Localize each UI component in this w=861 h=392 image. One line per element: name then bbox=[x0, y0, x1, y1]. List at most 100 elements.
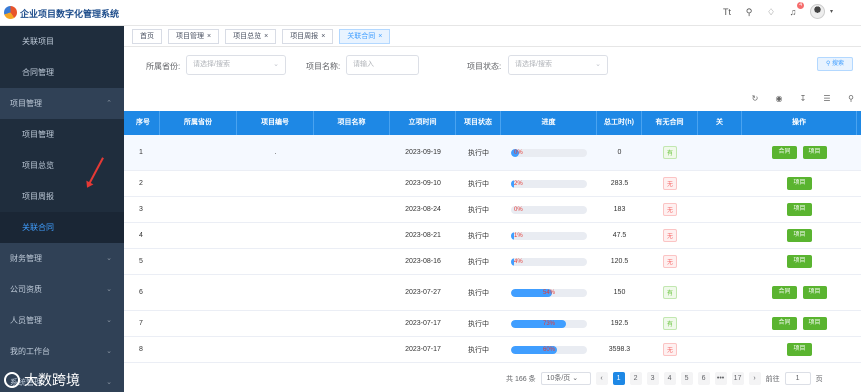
sidebar-item[interactable]: 合同管理 bbox=[0, 57, 124, 88]
search-button-label: 搜索 bbox=[832, 61, 845, 67]
column-header: 进度 bbox=[501, 111, 597, 135]
notification-bell-icon[interactable]: ♫ 4 bbox=[787, 2, 804, 18]
row-index: 3 bbox=[139, 206, 143, 213]
province-cell bbox=[160, 249, 237, 274]
page-button[interactable]: 17 bbox=[731, 372, 744, 385]
tab-item[interactable]: 关联合同 × bbox=[339, 28, 391, 44]
close-icon[interactable]: × bbox=[207, 33, 211, 40]
contract-button[interactable]: 合同 bbox=[772, 146, 797, 159]
close-icon[interactable]: × bbox=[378, 33, 382, 40]
search-button[interactable]: ⚲ 搜索 bbox=[817, 57, 853, 71]
table-row[interactable]: 3 2023-08-24 执行中 0% 183 无 项目 bbox=[124, 197, 861, 223]
progress-label: 2% bbox=[514, 180, 523, 187]
province-select[interactable]: 请选择/搜索 ⌄ bbox=[186, 55, 286, 75]
contract-button[interactable]: 合同 bbox=[772, 286, 797, 299]
progress-cell: 0% bbox=[501, 197, 597, 222]
sidebar-item[interactable]: 项目管理 bbox=[0, 119, 124, 150]
project-code-cell bbox=[237, 171, 314, 196]
table-row[interactable]: 8 2023-07-17 执行中 60% 3598.3 无 项目 bbox=[124, 337, 861, 363]
project-button[interactable]: 项目 bbox=[802, 146, 827, 159]
search-icon[interactable]: ⚲ bbox=[743, 6, 755, 18]
province-cell bbox=[160, 197, 237, 222]
related-cell bbox=[698, 337, 742, 362]
project-button[interactable]: 项目 bbox=[787, 255, 812, 268]
name-input[interactable]: 请输入 bbox=[346, 55, 419, 75]
close-icon[interactable]: × bbox=[264, 33, 268, 40]
column-header: 操作 bbox=[742, 111, 857, 135]
sidebar-item-label: 合同管理 bbox=[22, 68, 54, 77]
project-button[interactable]: 项目 bbox=[787, 203, 812, 216]
search-icon[interactable]: ⚲ bbox=[845, 93, 857, 105]
status-select[interactable]: 请选择/搜索 ⌄ bbox=[508, 55, 608, 75]
table-row[interactable]: 5 2023-08-16 执行中 4% 120.5 无 项目 bbox=[124, 249, 861, 275]
font-size-icon[interactable]: Tt bbox=[721, 6, 733, 18]
column-header: 项目状态 bbox=[456, 111, 501, 135]
related-cell bbox=[698, 135, 742, 170]
table-row[interactable]: 4 2023-08-21 执行中 1% 47.5 无 项目 bbox=[124, 223, 861, 249]
progress-bar: 4% bbox=[511, 257, 587, 266]
start-date-cell: 2023-07-17 bbox=[405, 346, 441, 353]
theme-icon[interactable]: ♢ bbox=[765, 6, 777, 18]
project-button[interactable]: 项目 bbox=[802, 286, 827, 299]
page-button[interactable]: 5 bbox=[680, 372, 693, 385]
table-row[interactable]: 2 2023-09-10 执行中 2% 283.5 无 项目 bbox=[124, 171, 861, 197]
row-index: 1 bbox=[139, 149, 143, 156]
operations-cell: 项目 bbox=[742, 171, 857, 196]
download-icon[interactable]: ↧ bbox=[797, 93, 809, 105]
page-button[interactable]: 6 bbox=[697, 372, 710, 385]
project-name-cell bbox=[314, 311, 390, 336]
sidebar-item[interactable]: 人员管理 ⌄ bbox=[0, 305, 124, 336]
page-button[interactable]: 2 bbox=[629, 372, 642, 385]
tab-label: 项目周报 bbox=[290, 32, 319, 40]
column-header: 项目编号 bbox=[237, 111, 314, 135]
table-row[interactable]: 7 2023-07-17 执行中 73% 192.5 有 合同 项目 bbox=[124, 311, 861, 337]
operations-cell: 项目 bbox=[742, 337, 857, 362]
table-row[interactable]: 6 2023-07-27 执行中 54% 150 有 合同 项目 bbox=[124, 275, 861, 311]
refresh-icon[interactable]: ↻ bbox=[749, 93, 761, 105]
next-page-button[interactable]: › bbox=[748, 372, 761, 385]
tab-item[interactable]: 项目管理 × bbox=[168, 28, 220, 44]
chevron-down-icon: ⌄ bbox=[106, 379, 112, 386]
table-row[interactable]: 1. 2023-09-19 执行中 0% 0 有 合同 项目 bbox=[124, 135, 861, 171]
eye-icon[interactable]: ◉ bbox=[773, 93, 785, 105]
progress-label: 0% bbox=[514, 149, 523, 156]
page-button[interactable]: 4 bbox=[663, 372, 676, 385]
operations-cell: 合同 项目 bbox=[742, 311, 857, 336]
more-pages-icon[interactable]: ••• bbox=[714, 372, 727, 385]
user-avatar[interactable] bbox=[810, 4, 825, 19]
column-header: 项目名称 bbox=[314, 111, 390, 135]
caret-down-icon[interactable]: ▾ bbox=[830, 8, 833, 15]
sidebar-item[interactable]: 项目总览 bbox=[0, 150, 124, 181]
page-button[interactable]: 3 bbox=[646, 372, 659, 385]
project-button[interactable]: 项目 bbox=[787, 343, 812, 356]
status-cell: 执行中 bbox=[468, 289, 489, 297]
row-index: 4 bbox=[139, 232, 143, 239]
tab-item[interactable]: 项目总览 × bbox=[225, 28, 277, 44]
sidebar-item[interactable]: 关联项目 bbox=[0, 26, 124, 57]
province-cell bbox=[160, 135, 237, 170]
prev-page-button[interactable]: ‹ bbox=[595, 372, 608, 385]
sidebar-item[interactable]: 关联合同 bbox=[0, 212, 124, 243]
sidebar-item[interactable]: 项目周报 bbox=[0, 181, 124, 212]
sidebar-item[interactable]: 公司资质 ⌄ bbox=[0, 274, 124, 305]
goto-page-input[interactable]: 1 bbox=[784, 372, 811, 385]
tab-item[interactable]: 首页 bbox=[132, 28, 162, 44]
close-icon[interactable]: × bbox=[321, 33, 325, 40]
progress-label: 54% bbox=[542, 289, 555, 296]
sidebar-item[interactable]: 项目管理 ⌃ bbox=[0, 88, 124, 119]
sidebar-item-label: 关联项目 bbox=[22, 37, 54, 46]
sidebar-item-label: 我的工作台 bbox=[10, 347, 50, 356]
columns-icon[interactable]: ☰ bbox=[821, 93, 833, 105]
sidebar-item[interactable]: 财务管理 ⌄ bbox=[0, 243, 124, 274]
contract-button[interactable]: 合同 bbox=[772, 317, 797, 330]
project-button[interactable]: 项目 bbox=[802, 317, 827, 330]
project-button[interactable]: 项目 bbox=[787, 177, 812, 190]
page-button[interactable]: 1 bbox=[612, 372, 625, 385]
tab-item[interactable]: 项目周报 × bbox=[282, 28, 334, 44]
start-date-cell: 2023-09-19 bbox=[405, 149, 441, 156]
project-button[interactable]: 项目 bbox=[787, 229, 812, 242]
contract-cell: 无 bbox=[642, 249, 698, 274]
project-code-cell bbox=[237, 275, 314, 310]
page-size-select[interactable]: 10条/页 ⌄ bbox=[540, 372, 591, 385]
sidebar-item[interactable]: 我的工作台 ⌄ bbox=[0, 336, 124, 367]
